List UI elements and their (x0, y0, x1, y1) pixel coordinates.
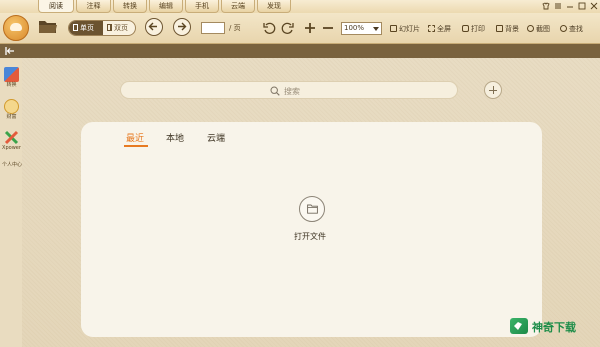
page-suffix: / 页 (229, 24, 241, 32)
skin-icon[interactable] (541, 1, 551, 11)
close-icon[interactable] (589, 1, 599, 11)
left-sidebar: 转换 财富 Xpower 个人中心 (0, 58, 23, 347)
watermark-badge-icon (510, 318, 528, 334)
maximize-icon[interactable] (577, 1, 587, 11)
fullscreen-button[interactable]: 全屏 (428, 23, 451, 35)
add-button[interactable] (484, 81, 502, 99)
open-folder-icon[interactable] (38, 19, 58, 34)
folder-icon (307, 204, 318, 214)
print-button[interactable]: 打印 (462, 23, 485, 35)
screenshot-label: 截图 (536, 25, 550, 33)
open-file-label: 打开文件 (294, 232, 326, 241)
search-placeholder: 搜索 (284, 87, 300, 96)
arrow-left-icon (148, 22, 157, 31)
menu-tab-cloud[interactable]: 云端 (221, 0, 255, 13)
background-icon (496, 25, 503, 32)
sidebar-item-convert[interactable]: 转换 (2, 67, 21, 89)
slideshow-icon (390, 25, 397, 32)
sidebar-item-label: Xpower (2, 145, 21, 151)
menu-tab-edit[interactable]: 编辑 (149, 0, 183, 13)
page-number-input[interactable] (201, 22, 225, 34)
double-page-button[interactable]: 双页 (103, 21, 135, 35)
menu-tab-read[interactable]: 阅读 (38, 0, 74, 13)
slideshow-label: 幻灯片 (399, 25, 420, 33)
menu-icon[interactable] (553, 1, 563, 11)
chevron-down-icon (373, 27, 379, 31)
fullscreen-label: 全屏 (437, 25, 451, 33)
sidebar-item-label: 个人中心 (2, 162, 23, 168)
rotate-left-icon[interactable] (262, 21, 276, 35)
tab-local[interactable]: 本地 (166, 131, 184, 144)
tab-cloud[interactable]: 云端 (207, 131, 225, 144)
print-icon (462, 25, 469, 32)
menu-tab-discover[interactable]: 发现 (257, 0, 291, 13)
search-icon (270, 86, 280, 96)
watermark-text: 神奇下载 (532, 321, 576, 334)
toolbar: 单页 双页 / 页 100% 幻灯片 全屏 打印 背景 截图 查找 (0, 13, 600, 44)
single-page-label: 单页 (80, 24, 94, 32)
single-page-icon (73, 24, 78, 31)
menu-bar: 阅读 注释 转换 编辑 手机 云端 发现 (0, 0, 600, 13)
app-logo[interactable] (3, 15, 29, 41)
rotate-right-icon[interactable] (281, 21, 295, 35)
open-file-button[interactable] (299, 196, 325, 222)
background-label: 背景 (505, 25, 519, 33)
sidebar-item-label: 财富 (6, 114, 17, 120)
fullscreen-icon (428, 25, 435, 32)
menu-tab-annotate[interactable]: 注释 (76, 0, 111, 13)
menu-tab-convert[interactable]: 转换 (113, 0, 147, 13)
sidebar-item-user-center[interactable]: 个人中心 (2, 162, 23, 169)
next-page-button[interactable] (173, 18, 191, 36)
find-button[interactable]: 查找 (560, 23, 583, 35)
search-icon (560, 25, 567, 32)
screenshot-button[interactable]: 截图 (527, 23, 550, 35)
previous-page-button[interactable] (145, 18, 163, 36)
scissors-icon (527, 25, 534, 32)
zoom-select[interactable]: 100% (341, 22, 382, 35)
wealth-icon (4, 99, 19, 114)
double-page-label: 双页 (114, 24, 128, 32)
xpower-icon (4, 130, 19, 145)
arrow-right-icon (178, 22, 187, 31)
tab-recent[interactable]: 最近 (126, 131, 144, 144)
active-tab-indicator (124, 145, 148, 147)
main-content: 搜索 最近 本地 云端 打开文件 (22, 58, 600, 347)
sidebar-item-xpower[interactable]: Xpower (2, 130, 21, 152)
zoom-in-icon[interactable] (303, 21, 317, 35)
panel-strip (0, 44, 600, 58)
zoom-out-icon[interactable] (321, 21, 335, 35)
print-label: 打印 (471, 25, 485, 33)
slideshow-button[interactable]: 幻灯片 (390, 23, 420, 35)
search-bar[interactable]: 搜索 (120, 81, 458, 99)
zoom-value: 100% (344, 24, 365, 32)
collapse-sidebar-icon[interactable] (5, 47, 15, 55)
double-page-icon (107, 24, 112, 31)
single-page-button[interactable]: 单页 (69, 21, 103, 35)
menu-tab-mobile[interactable]: 手机 (185, 0, 219, 13)
sidebar-item-wealth[interactable]: 财富 (2, 99, 21, 121)
sidebar-item-label: 转换 (6, 82, 17, 88)
find-label: 查找 (569, 25, 583, 33)
file-panel: 最近 本地 云端 打开文件 (81, 122, 542, 337)
minimize-icon[interactable] (565, 1, 575, 11)
view-mode-toggle: 单页 双页 (68, 20, 136, 36)
app-window: 阅读 注释 转换 编辑 手机 云端 发现 单页 双页 / 页 100% 幻灯片 … (0, 0, 600, 347)
background-button[interactable]: 背景 (496, 23, 519, 35)
convert-icon (4, 67, 19, 82)
